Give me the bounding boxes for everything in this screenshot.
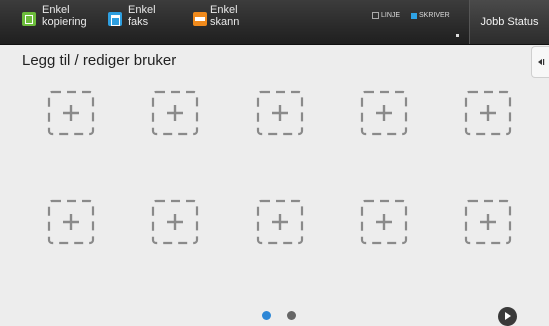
add-icon xyxy=(464,90,512,136)
easy-fax-button[interactable]: Enkel faks xyxy=(108,0,156,44)
easy-scan-label: Enkel skann xyxy=(210,4,240,28)
printer-status-indicator xyxy=(411,12,417,19)
easy-copy-button[interactable]: Enkel kopiering xyxy=(22,0,87,44)
next-arrow-icon[interactable] xyxy=(498,307,517,326)
line-status-label: LINJE xyxy=(381,12,401,19)
add-user-slot-4[interactable] xyxy=(360,90,408,136)
add-icon xyxy=(151,199,199,245)
easy-fax-label: Enkel faks xyxy=(128,4,156,28)
add-user-slot-2[interactable] xyxy=(151,90,199,136)
add-user-slot-1[interactable] xyxy=(47,90,95,136)
page-indicator-1[interactable] xyxy=(262,311,271,320)
line-status-indicator xyxy=(372,12,379,19)
status-dropdown-indicator xyxy=(456,34,459,37)
add-user-slot-6[interactable] xyxy=(47,199,95,245)
printer-status-label: SKRIVER xyxy=(419,12,450,19)
easy-copy-label: Enkel kopiering xyxy=(42,4,87,28)
add-icon xyxy=(360,90,408,136)
add-user-slot-8[interactable] xyxy=(256,199,304,245)
top-bar: Enkel kopiering Enkel faks Enkel skann LINJ… xyxy=(0,0,549,45)
page-title: Legg til / rediger bruker xyxy=(22,52,177,69)
add-icon xyxy=(360,199,408,245)
add-icon xyxy=(256,199,304,245)
job-status-button[interactable]: Jobb Status xyxy=(469,0,549,44)
add-icon xyxy=(47,199,95,245)
add-user-slot-3[interactable] xyxy=(256,90,304,136)
add-user-slot-7[interactable] xyxy=(151,199,199,245)
printer-status: SKRIVER xyxy=(411,12,450,19)
add-icon xyxy=(464,199,512,245)
easy-scan-button[interactable]: Enkel skann xyxy=(193,0,239,44)
add-user-slot-5[interactable] xyxy=(464,90,512,136)
add-user-slot-9[interactable] xyxy=(360,199,408,245)
line-status: LINJE xyxy=(372,12,400,19)
fax-icon xyxy=(108,12,122,26)
add-icon xyxy=(151,90,199,136)
add-icon xyxy=(256,90,304,136)
add-icon xyxy=(47,90,95,136)
copy-icon xyxy=(22,12,36,26)
add-user-slot-10[interactable] xyxy=(464,199,512,245)
scan-icon xyxy=(193,12,207,26)
side-panel-tab[interactable] xyxy=(531,46,549,78)
collapse-left-icon xyxy=(537,59,544,65)
page-indicator-2[interactable] xyxy=(287,311,296,320)
